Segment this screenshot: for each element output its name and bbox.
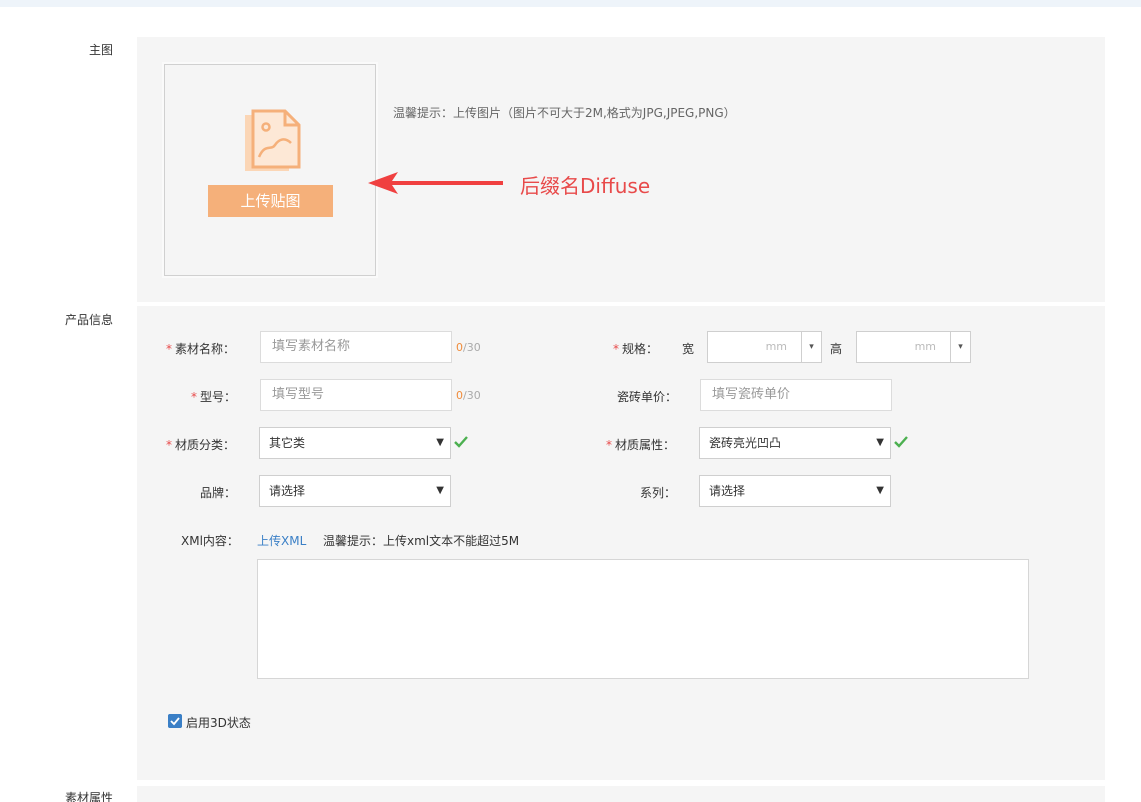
xml-content-label: XMl内容： <box>181 534 239 548</box>
tile-price-label: 瓷砖单价： <box>617 390 678 404</box>
spec-width-label: 宽 <box>682 342 695 356</box>
material-property-label: * 材质属性： <box>606 438 676 452</box>
upload-tip: 温馨提示：上传图片（图片不可大于2M,格式为JPG,JPEG,PNG） <box>393 106 736 120</box>
section-label-product-info: 产品信息 <box>65 313 114 327</box>
model-input[interactable]: 填写型号 <box>260 379 452 411</box>
spec-width-dropdown[interactable]: ▾ <box>801 332 821 362</box>
material-attr-panel <box>137 786 1105 802</box>
xml-content-textarea[interactable] <box>257 559 1029 679</box>
chevron-down-icon: ▼ <box>876 485 884 496</box>
material-category-value: 其它类 <box>269 436 306 450</box>
material-property-value: 瓷砖亮光凹凸 <box>709 436 782 450</box>
section-label-material-attr: 素材属性 <box>65 791 114 802</box>
check-icon <box>454 436 468 448</box>
image-upload-area[interactable]: 上传贴图 <box>164 64 376 276</box>
image-file-icon <box>245 109 301 171</box>
material-category-label: * 材质分类： <box>166 438 236 452</box>
chevron-down-icon: ▼ <box>436 485 444 496</box>
checkbox-checked-icon[interactable] <box>168 714 182 728</box>
spec-height-input[interactable]: mm ▾ <box>856 331 971 363</box>
material-name-input[interactable]: 填写素材名称 <box>260 331 452 363</box>
check-icon <box>894 436 908 448</box>
brand-select[interactable]: 请选择 ▼ <box>259 475 451 507</box>
upload-xml-link[interactable]: 上传XML <box>257 532 306 549</box>
section-label-main-image: 主图 <box>89 43 114 57</box>
brand-value: 请选择 <box>269 484 306 498</box>
series-select[interactable]: 请选择 ▼ <box>699 475 891 507</box>
spec-label: * 规格： <box>613 342 659 356</box>
spec-height-unit: mm <box>914 340 936 353</box>
material-name-label: * 素材名称： <box>166 342 236 356</box>
upload-texture-button[interactable]: 上传贴图 <box>208 185 333 217</box>
annotation-text: 后缀名Diffuse <box>520 174 651 198</box>
model-counter: 0/30 <box>456 389 481 402</box>
spec-height-label: 高 <box>830 342 843 356</box>
series-label: 系列： <box>640 486 677 500</box>
annotation-arrow <box>368 172 503 194</box>
material-name-counter: 0/30 <box>456 341 481 354</box>
material-property-select[interactable]: 瓷砖亮光凹凸 ▼ <box>699 427 891 459</box>
material-category-select[interactable]: 其它类 ▼ <box>259 427 451 459</box>
series-value: 请选择 <box>709 484 746 498</box>
spec-width-input[interactable]: mm ▾ <box>707 331 822 363</box>
spec-height-dropdown[interactable]: ▾ <box>950 332 970 362</box>
enable-3d-label[interactable]: 启用3D状态 <box>186 714 251 731</box>
tile-price-input[interactable]: 填写瓷砖单价 <box>700 379 892 411</box>
chevron-down-icon: ▼ <box>876 437 884 448</box>
brand-label: 品牌： <box>200 486 237 500</box>
top-bar <box>0 0 1141 7</box>
chevron-down-icon: ▼ <box>436 437 444 448</box>
model-label: * 型号： <box>191 390 237 404</box>
spec-width-unit: mm <box>765 340 787 353</box>
product-info-panel: * 素材名称： 填写素材名称 0/30 * 规格： 宽 mm ▾ 高 mm ▾ * 型… <box>137 306 1105 780</box>
xml-tip: 温馨提示：上传xml文本不能超过5M <box>323 534 520 548</box>
